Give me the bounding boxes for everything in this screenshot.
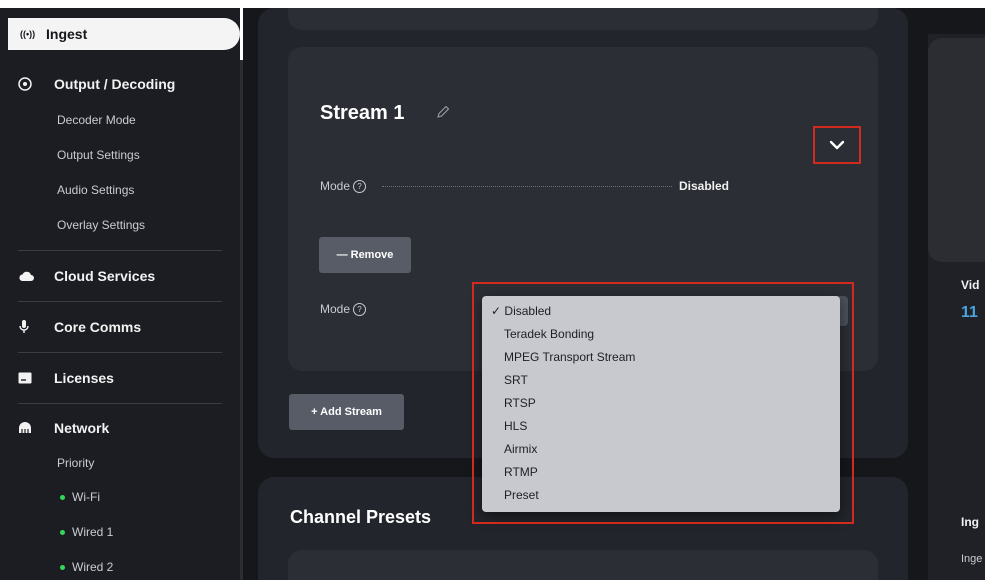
- sidebar-group-network[interactable]: Network: [0, 420, 109, 436]
- sidebar-group-output-decoding[interactable]: Output / Decoding: [0, 76, 175, 92]
- license-card-icon: [18, 372, 54, 384]
- sidebar-item-wired-1[interactable]: Wired 1: [60, 525, 113, 539]
- ingest-subtext: Inge: [961, 553, 983, 565]
- mode-label: Mode ?: [320, 179, 367, 193]
- ingest-label: Ing: [961, 515, 979, 529]
- channel-presets-title: Channel Presets: [290, 507, 432, 527]
- mode-label-text: Mode: [320, 302, 351, 316]
- remove-stream-button[interactable]: — Remove: [319, 237, 411, 273]
- network-item-label: Wired 1: [72, 525, 114, 539]
- cloud-icon: [18, 271, 54, 282]
- divider: [18, 352, 222, 353]
- sidebar-item-ingest[interactable]: ((•)) Ingest: [8, 18, 240, 50]
- sidebar-group-label: Licenses: [54, 370, 114, 386]
- video-label: Vid: [961, 278, 980, 292]
- sidebar-group-label: Core Comms: [54, 319, 142, 335]
- sidebar-item-label: Ingest: [46, 26, 88, 42]
- chevron-down-icon: [829, 140, 845, 150]
- help-icon[interactable]: ?: [353, 302, 367, 316]
- mode-value: Disabled: [679, 179, 730, 193]
- sidebar-item-output-settings[interactable]: Output Settings: [57, 148, 140, 162]
- right-panel: Vid 11 Ing Inge: [928, 8, 985, 580]
- mode-select-label: Mode ?: [320, 302, 367, 316]
- sidebar-group-core-comms[interactable]: Core Comms: [0, 319, 141, 335]
- sidebar: ((•)) Ingest Output / Decoding Decoder M…: [0, 8, 240, 580]
- sidebar-group-label: Cloud Services: [54, 268, 156, 284]
- network-icon: [18, 422, 54, 434]
- divider: [18, 403, 222, 404]
- sidebar-item-wired-2[interactable]: Wired 2: [60, 560, 113, 574]
- help-icon[interactable]: ?: [353, 179, 367, 193]
- right-topbar: [928, 8, 985, 34]
- output-icon: [18, 77, 54, 91]
- collapse-toggle-button[interactable]: [813, 126, 861, 164]
- pencil-edit-icon[interactable]: [436, 105, 450, 124]
- sidebar-group-cloud-services[interactable]: Cloud Services: [0, 268, 155, 284]
- video-value: 11: [961, 304, 978, 321]
- sidebar-item-wifi[interactable]: Wi-Fi: [60, 490, 100, 504]
- mode-label-text: Mode: [320, 179, 351, 193]
- stream-title: Stream 1: [320, 102, 405, 124]
- sidebar-item-decoder-mode[interactable]: Decoder Mode: [57, 113, 136, 127]
- sidebar-group-licenses[interactable]: Licenses: [0, 370, 114, 386]
- broadcast-icon: ((•)): [20, 29, 36, 39]
- network-item-label: Wi-Fi: [72, 490, 100, 504]
- dotted-leader: [382, 186, 672, 187]
- sidebar-group-label: Network: [54, 420, 110, 436]
- sidebar-item-audio-settings[interactable]: Audio Settings: [57, 183, 134, 197]
- network-item-label: Wired 2: [72, 560, 114, 574]
- preset-item-card: [288, 550, 878, 580]
- previous-stream-card: [288, 8, 878, 30]
- divider: [18, 250, 222, 251]
- sidebar-item-priority[interactable]: Priority: [57, 456, 94, 470]
- microphone-icon: [18, 320, 54, 334]
- sidebar-group-label: Output / Decoding: [54, 76, 176, 92]
- add-stream-button[interactable]: + Add Stream: [289, 394, 404, 430]
- sidebar-item-overlay-settings[interactable]: Overlay Settings: [57, 218, 145, 232]
- divider: [18, 301, 222, 302]
- dropdown-highlight-box: [472, 282, 854, 524]
- video-preview: [928, 38, 985, 262]
